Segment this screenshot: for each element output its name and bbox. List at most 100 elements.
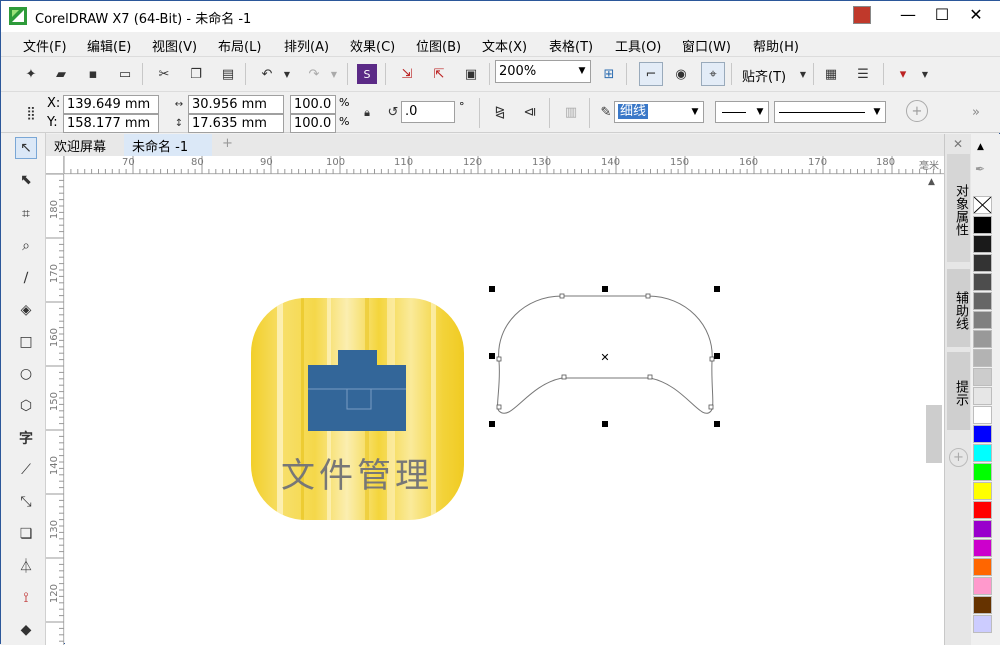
mirror-vertical-icon[interactable]: ⧏ bbox=[520, 102, 540, 122]
color-swatch[interactable] bbox=[973, 539, 992, 557]
freehand-tool-icon[interactable]: ∕ bbox=[15, 267, 37, 289]
scroll-up-icon[interactable]: ▲ bbox=[928, 177, 935, 187]
tab-welcome-screen[interactable]: 欢迎屏幕 bbox=[46, 134, 114, 156]
line-style-select[interactable]: ▼ bbox=[774, 101, 886, 123]
vertical-scrollbar[interactable]: ▲ bbox=[923, 175, 944, 645]
color-swatch[interactable] bbox=[973, 273, 992, 291]
menu-window[interactable]: 窗口(W) bbox=[682, 36, 731, 55]
menu-view[interactable]: 视图(V) bbox=[152, 36, 197, 55]
color-swatch[interactable] bbox=[973, 615, 992, 633]
color-swatch[interactable] bbox=[973, 292, 992, 310]
tab-guidelines[interactable]: 辅助线 bbox=[947, 269, 970, 347]
print-icon[interactable]: ▭ bbox=[115, 64, 135, 84]
menu-tools[interactable]: 工具(O) bbox=[615, 36, 661, 55]
eyedropper-tool-icon[interactable]: ⟟ bbox=[15, 587, 37, 609]
launcher-dropdown-icon[interactable]: ▼ bbox=[915, 64, 935, 84]
open-folder-icon[interactable]: ▰ bbox=[51, 64, 71, 84]
horizontal-ruler[interactable]: 70 80 90 100 110 120 130 140 150 160 170… bbox=[64, 156, 944, 174]
zoom-tool-icon[interactable]: ⌕ bbox=[15, 235, 37, 257]
wrap-text-icon[interactable]: ▥ bbox=[561, 102, 581, 122]
color-swatch[interactable] bbox=[973, 558, 992, 576]
menu-file[interactable]: 文件(F) bbox=[23, 36, 67, 55]
options-icon[interactable]: ▦ bbox=[821, 64, 841, 84]
color-swatch[interactable] bbox=[973, 463, 992, 481]
close-button[interactable]: ✕ bbox=[959, 1, 993, 31]
redo-icon[interactable]: ↷ bbox=[304, 64, 324, 84]
color-swatch[interactable] bbox=[973, 330, 992, 348]
interactive-fill-tool-icon[interactable]: ◆ bbox=[15, 619, 37, 641]
menu-help[interactable]: 帮助(H) bbox=[753, 36, 799, 55]
height-field[interactable]: 17.635 mm bbox=[188, 114, 284, 133]
ruler-corner[interactable] bbox=[46, 156, 64, 174]
color-swatch[interactable] bbox=[973, 406, 992, 424]
menu-arrange[interactable]: 排列(A) bbox=[284, 36, 329, 55]
add-docker-plus-icon[interactable]: + bbox=[949, 448, 968, 467]
eyedropper-icon[interactable]: ✒ bbox=[975, 162, 985, 176]
zoom-level-select[interactable]: 200% ▼ bbox=[495, 60, 591, 83]
add-plus-icon[interactable]: + bbox=[906, 100, 928, 122]
undo-icon[interactable]: ↶ bbox=[257, 64, 277, 84]
smart-fill-tool-icon[interactable]: ◈ bbox=[15, 299, 37, 321]
crop-tool-icon[interactable]: ⌗ bbox=[15, 203, 37, 225]
shape-tool-icon[interactable]: ⬉ bbox=[15, 169, 37, 191]
color-swatch[interactable] bbox=[973, 482, 992, 500]
cut-icon[interactable]: ✂ bbox=[154, 64, 174, 84]
welcome-screen-icon[interactable]: ▾ bbox=[893, 64, 913, 84]
scale-x-field[interactable]: 100.0 bbox=[290, 95, 336, 114]
rectangle-tool-icon[interactable]: □ bbox=[15, 331, 37, 353]
paste-icon[interactable]: ▤ bbox=[218, 64, 238, 84]
color-swatch[interactable] bbox=[973, 254, 992, 272]
color-swatch[interactable] bbox=[973, 425, 992, 443]
snap-guides-icon[interactable]: ⌖ bbox=[701, 62, 725, 86]
menu-layout[interactable]: 布局(L) bbox=[218, 36, 261, 55]
ellipse-tool-icon[interactable]: ○ bbox=[15, 363, 37, 385]
object-origin-icon[interactable]: ⣿ bbox=[21, 103, 41, 123]
tab-untitled-1[interactable]: 未命名 -1 bbox=[124, 134, 212, 156]
color-swatch[interactable] bbox=[973, 596, 992, 614]
undo-dropdown-icon[interactable]: ▼ bbox=[277, 64, 297, 84]
menu-effects[interactable]: 效果(C) bbox=[350, 36, 395, 55]
color-swatch[interactable] bbox=[973, 520, 992, 538]
menu-text[interactable]: 文本(X) bbox=[482, 36, 527, 55]
scale-y-field[interactable]: 100.0 bbox=[290, 114, 336, 133]
tab-hints[interactable]: 提示 bbox=[947, 352, 970, 430]
color-swatch[interactable] bbox=[973, 501, 992, 519]
maximize-button[interactable]: ☐ bbox=[925, 1, 959, 31]
import-icon[interactable]: ⇲ bbox=[397, 64, 417, 84]
color-swatch[interactable] bbox=[973, 387, 992, 405]
close-docker-icon[interactable]: ✕ bbox=[953, 137, 963, 151]
text-tool-icon[interactable]: 字 bbox=[15, 427, 37, 449]
color-swatch[interactable] bbox=[973, 349, 992, 367]
color-swatch[interactable] bbox=[973, 235, 992, 253]
color-swatch[interactable] bbox=[973, 444, 992, 462]
show-guidelines-icon[interactable]: ◉ bbox=[671, 64, 691, 84]
export-icon[interactable]: ⇱ bbox=[429, 64, 449, 84]
menu-bitmaps[interactable]: 位图(B) bbox=[416, 36, 461, 55]
rotation-angle-field[interactable]: .0 bbox=[401, 101, 455, 123]
color-swatch[interactable] bbox=[973, 216, 992, 234]
snap-to-dropdown[interactable]: 贴齐(T) bbox=[742, 66, 786, 85]
drop-shadow-tool-icon[interactable]: ❏ bbox=[15, 523, 37, 545]
pick-tool-icon[interactable]: ↖ bbox=[15, 137, 37, 159]
show-rulers-icon[interactable]: ⌐ bbox=[639, 62, 663, 86]
menu-edit[interactable]: 编辑(E) bbox=[87, 36, 131, 55]
lock-ratio-icon[interactable]: 🔒︎ bbox=[357, 103, 377, 123]
new-tab-plus-icon[interactable]: + bbox=[214, 134, 241, 156]
menu-table[interactable]: 表格(T) bbox=[549, 36, 593, 55]
outline-width-select[interactable]: 细线 ▼ bbox=[614, 101, 704, 123]
drawing-canvas[interactable]: 文件管理 ✕ bbox=[65, 175, 923, 645]
start-arrow-select[interactable]: ▼ bbox=[715, 101, 769, 123]
no-color-swatch[interactable] bbox=[973, 196, 992, 214]
redo-dropdown-icon[interactable]: ▼ bbox=[324, 64, 344, 84]
save-icon[interactable]: ▪ bbox=[83, 64, 103, 84]
minimize-button[interactable]: — bbox=[891, 1, 925, 31]
vertical-ruler[interactable]: 180 170 160 150 140 130 120 bbox=[46, 174, 64, 645]
palette-scroll-up-icon[interactable]: ▲ bbox=[977, 142, 984, 152]
width-field[interactable]: 30.956 mm bbox=[188, 95, 284, 114]
x-position-field[interactable]: 139.649 mm bbox=[63, 95, 159, 114]
new-document-icon[interactable]: ✦ bbox=[21, 64, 41, 84]
copy-icon[interactable]: ❐ bbox=[186, 64, 206, 84]
transparency-tool-icon[interactable]: ⏃ bbox=[15, 555, 37, 577]
color-swatch[interactable] bbox=[973, 311, 992, 329]
full-screen-preview-icon[interactable]: ⊞ bbox=[599, 64, 619, 84]
